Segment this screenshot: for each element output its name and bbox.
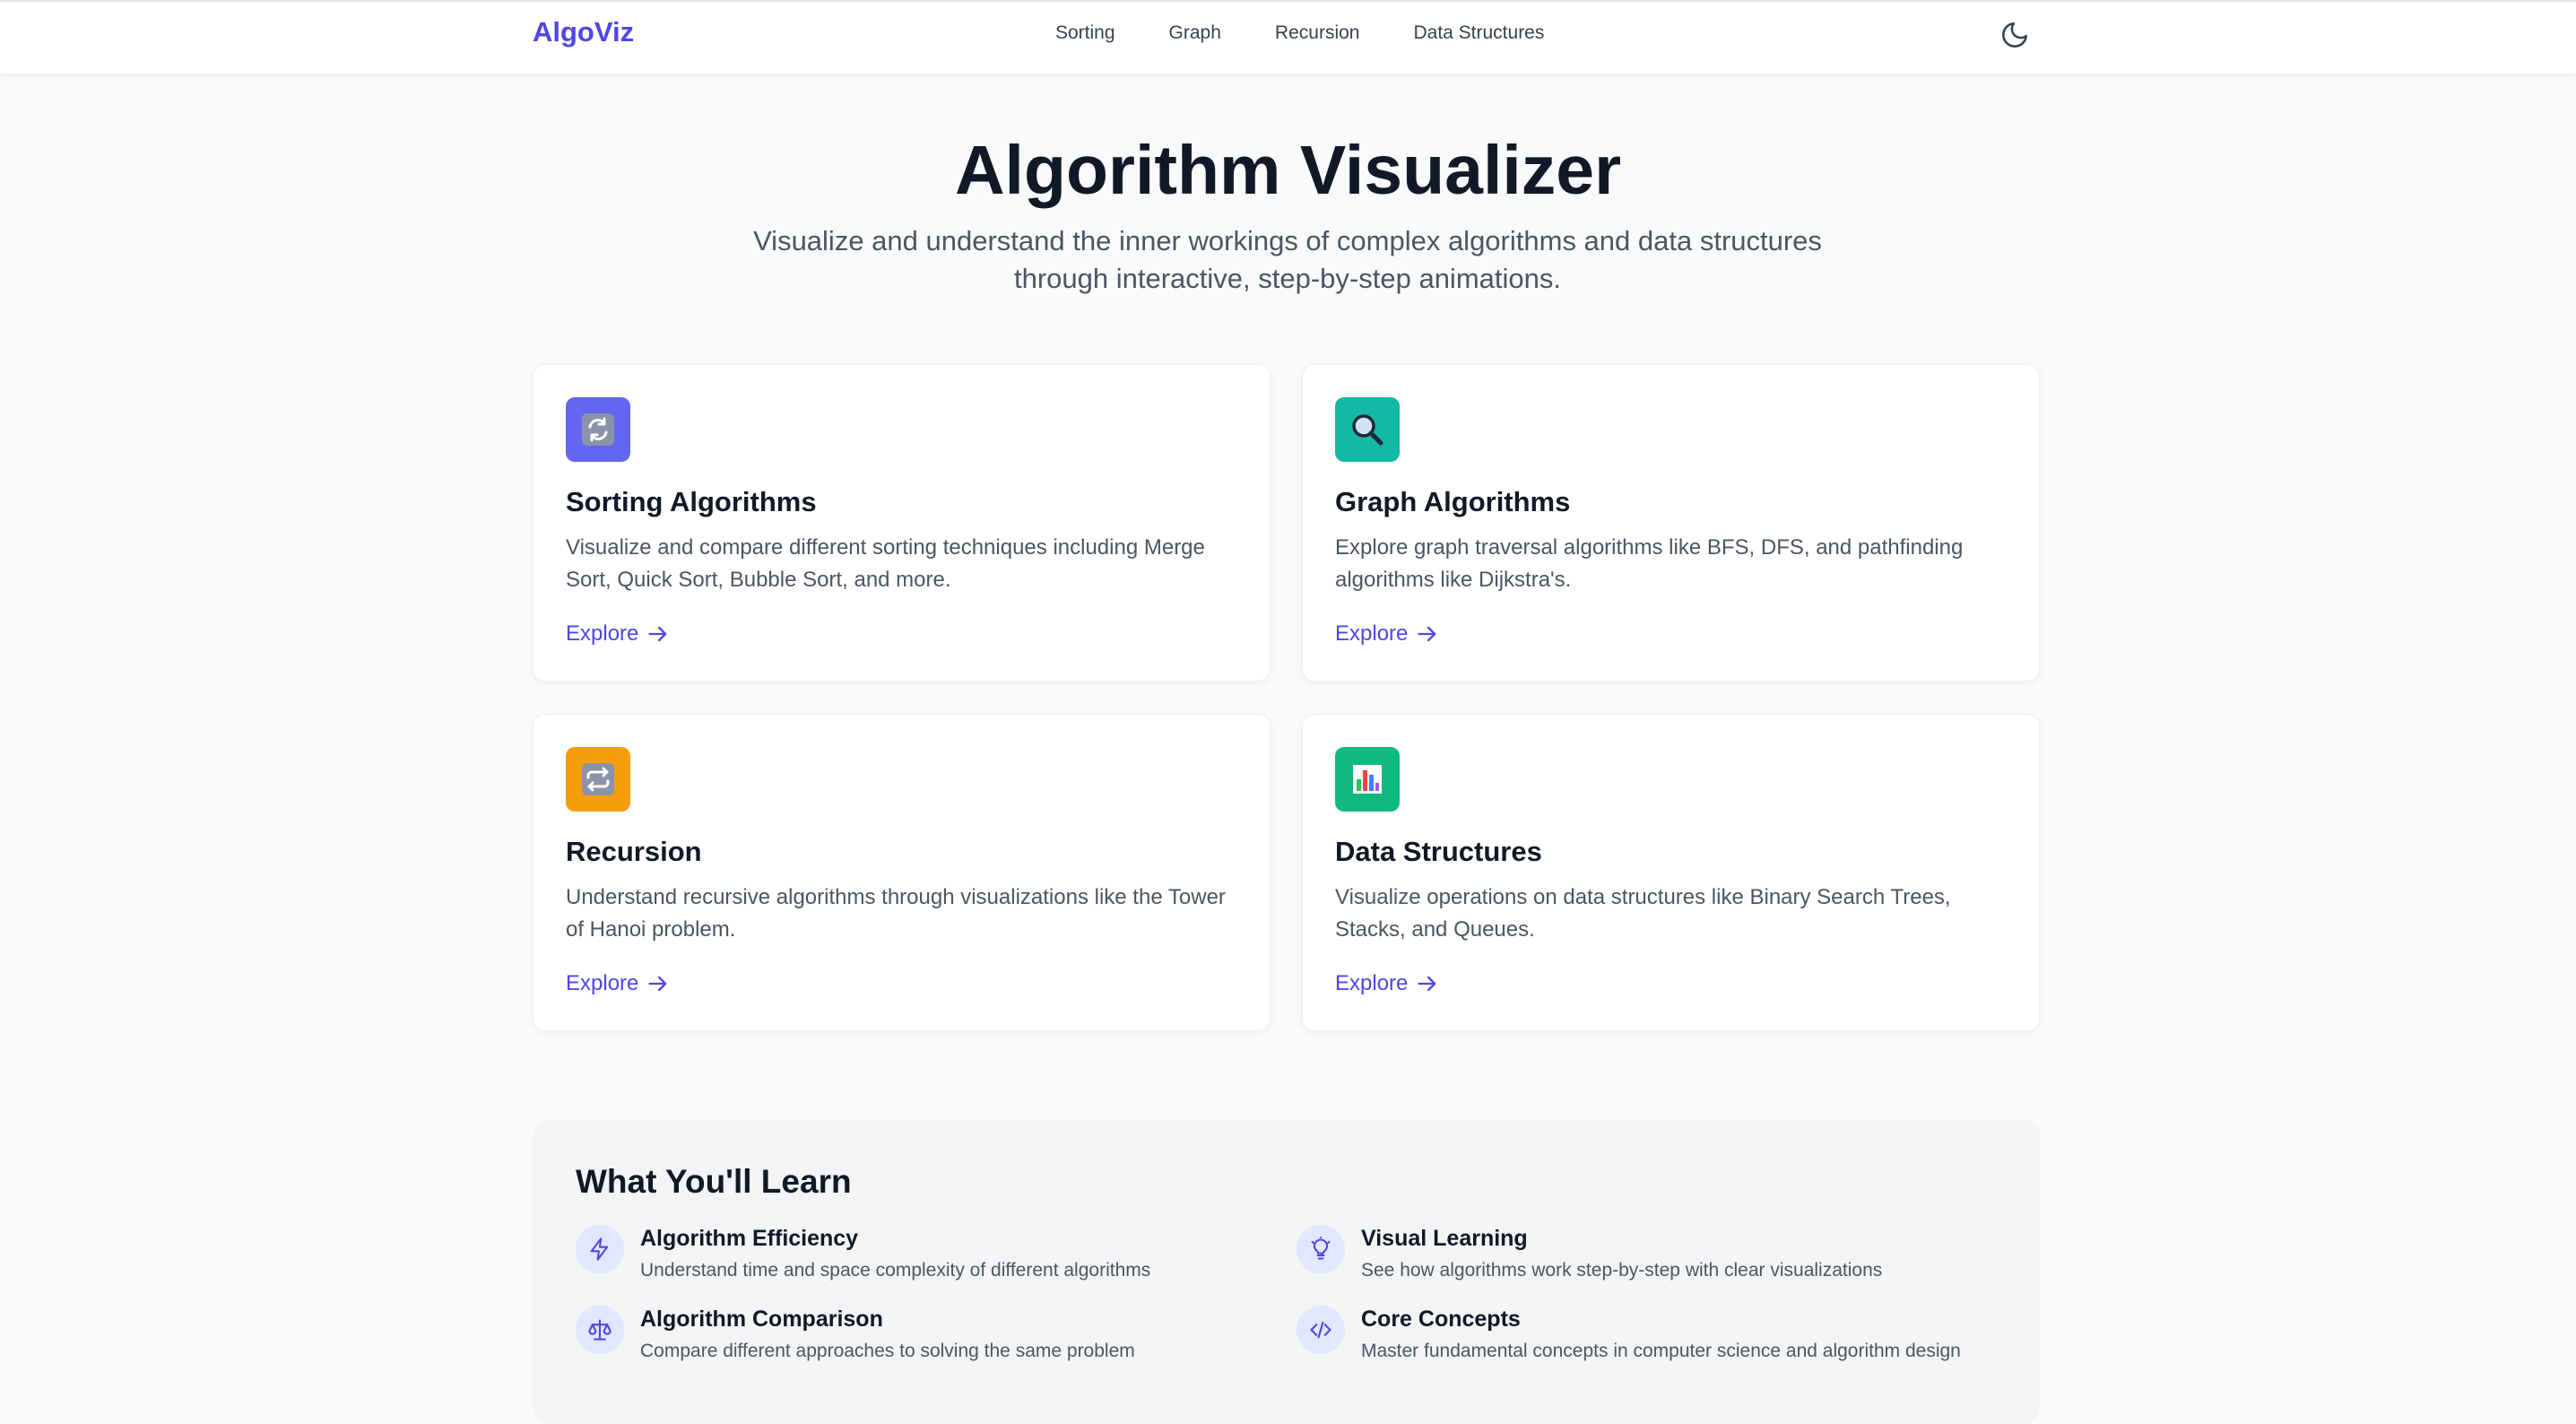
nav-link-graph[interactable]: Graph [1169,20,1221,47]
refresh-icon [566,397,630,462]
card-recursion[interactable]: Recursion Understand recursive algorithm… [533,714,1271,1031]
card-description: Visualize operations on data structures … [1335,885,1951,942]
what-youll-learn-section: What You'll Learn Algorithm Efficiency U… [533,1119,2040,1424]
learn-item-name: Visual Learning [1361,1226,1528,1251]
theme-toggle-button[interactable] [1999,20,2030,50]
card-graph-algorithms[interactable]: Graph Algorithms Explore graph traversal… [1302,364,2040,682]
nav-link-recursion[interactable]: Recursion [1275,20,1360,47]
logo[interactable]: AlgoViz [533,16,634,48]
explore-label: Explore [1335,971,1409,995]
section-title: What You'll Learn [576,1163,852,1200]
card-title: Graph Algorithms [1335,486,1571,517]
learn-item-description: Master fundamental concepts in computer … [1361,1341,1961,1361]
top-navbar: AlgoViz Sorting Graph Recursion Data Str… [0,0,2576,74]
card-description: Understand recursive algorithms through … [566,885,1226,942]
lightning-icon [576,1225,624,1273]
card-sorting-algorithms[interactable]: Sorting Algorithms Visualize and compare… [533,364,1271,682]
learn-item-name: Algorithm Comparison [640,1307,883,1332]
scale-icon [576,1306,624,1354]
explore-data-structures-link[interactable]: Explore [1335,969,1440,998]
nav-link-sorting[interactable]: Sorting [1055,20,1115,47]
explore-label: Explore [1335,621,1409,646]
magnifier-icon [1335,397,1400,462]
card-title: Data Structures [1335,836,1542,867]
explore-recursion-link[interactable]: Explore [566,969,671,998]
arrow-right-icon [648,976,667,992]
nav-links: Sorting Graph Recursion Data Structures [1055,20,1598,47]
nav-link-data-structures[interactable]: Data Structures [1413,20,1544,47]
learn-item-name: Algorithm Efficiency [640,1226,859,1251]
lightbulb-icon [1297,1225,1345,1273]
learn-item-description: Understand time and space complexity of … [640,1260,1151,1281]
explore-sorting-link[interactable]: Explore [566,620,671,648]
arrow-right-icon [1418,976,1436,992]
arrow-right-icon [648,626,667,642]
bar-chart-icon [1335,747,1400,812]
learn-item-name: Core Concepts [1361,1307,1521,1332]
page-title: Algorithm Visualizer [954,132,1622,209]
moon-icon [2002,22,2028,48]
code-icon [1297,1306,1345,1354]
learn-item-description: Compare different approaches to solving … [640,1341,1135,1361]
arrow-right-icon [1418,626,1436,642]
page-subtitle: Visualize and understand the inner worki… [753,225,1822,294]
card-title: Recursion [566,836,702,867]
learn-item-description: See how algorithms work step-by-step wit… [1361,1260,1883,1281]
card-title: Sorting Algorithms [566,486,817,517]
card-description: Explore graph traversal algorithms like … [1335,535,1964,592]
explore-label: Explore [566,621,639,646]
card-data-structures[interactable]: Data Structures Visualize operations on … [1302,714,2040,1031]
card-description: Visualize and compare different sorting … [566,535,1205,592]
explore-graph-link[interactable]: Explore [1335,620,1440,648]
repeat-icon [566,747,630,812]
explore-label: Explore [566,971,639,995]
